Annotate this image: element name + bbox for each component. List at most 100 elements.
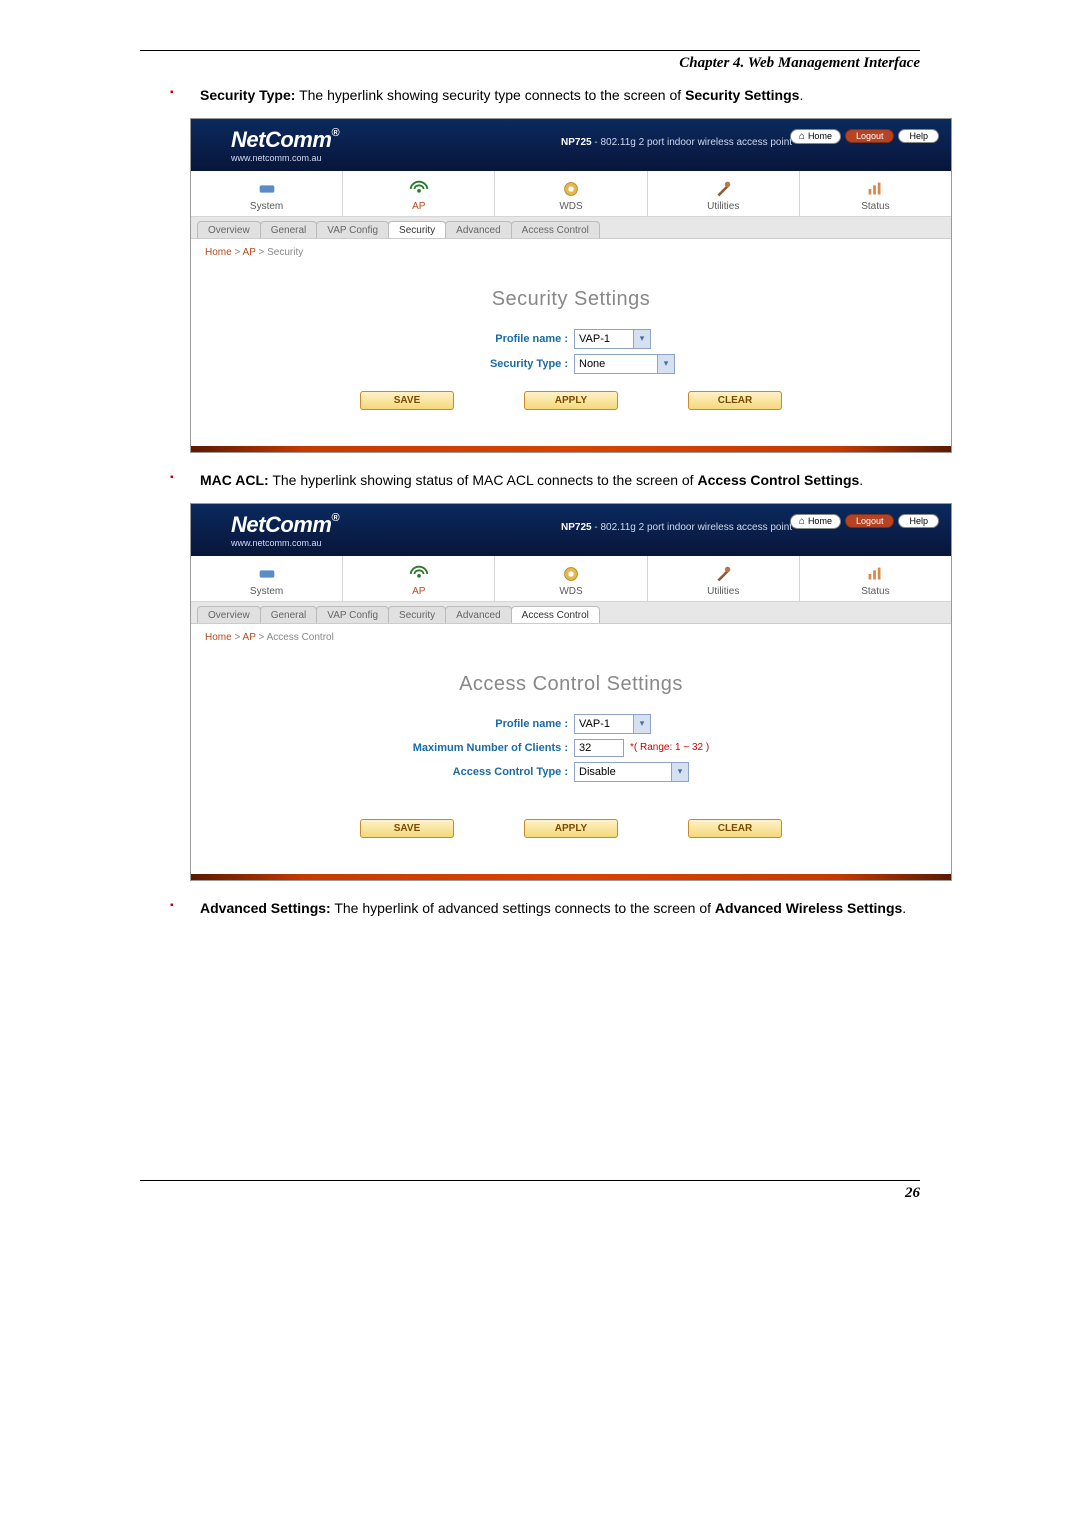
profile-name-row: Profile name : VAP-1 ▾ <box>211 329 931 349</box>
tab-advanced[interactable]: Advanced <box>445 606 511 623</box>
nav-label: AP <box>412 586 425 597</box>
profile-name-select[interactable]: VAP-1 ▾ <box>574 329 651 349</box>
clear-button[interactable]: CLEAR <box>688 819 782 838</box>
crumb-sep: > <box>232 247 243 258</box>
subtab-row: Overview General VAP Config Security Adv… <box>191 602 951 624</box>
tab-vap-config[interactable]: VAP Config <box>316 221 389 238</box>
panel-heading: Security Settings <box>211 288 931 311</box>
panel-header: NetComm® www.netcomm.com.au NP725 - 802.… <box>191 119 951 171</box>
nav-label: Status <box>861 586 889 597</box>
nav-utilities[interactable]: Utilities <box>648 556 800 601</box>
select-value: VAP-1 <box>575 718 633 730</box>
access-control-type-row: Access Control Type : Disable ▾ <box>211 762 931 782</box>
home-label: Home <box>808 516 832 526</box>
tab-general[interactable]: General <box>260 606 318 623</box>
nav-wds[interactable]: WDS <box>495 556 647 601</box>
security-settings-panel: NetComm® www.netcomm.com.au NP725 - 802.… <box>190 118 952 453</box>
brand-name: NetComm <box>231 127 331 152</box>
tab-security[interactable]: Security <box>388 221 446 238</box>
nav-label: Utilities <box>707 201 739 212</box>
nav-wds[interactable]: WDS <box>495 171 647 216</box>
bullet-text: The hyperlink showing status of MAC ACL … <box>269 472 698 488</box>
bullet-text: The hyperlink showing security type conn… <box>295 87 685 103</box>
nav-system[interactable]: System <box>191 171 343 216</box>
save-button[interactable]: SAVE <box>360 819 454 838</box>
logout-button[interactable]: Logout <box>845 514 895 528</box>
nav-ap[interactable]: AP <box>343 556 495 601</box>
access-control-type-label: Access Control Type : <box>338 766 574 778</box>
panel-footer-bar <box>191 446 951 452</box>
tab-access-control[interactable]: Access Control <box>511 606 600 623</box>
tab-overview[interactable]: Overview <box>197 221 261 238</box>
crumb-sep: > <box>256 632 267 643</box>
crumb-ap[interactable]: AP <box>243 632 256 643</box>
security-type-select[interactable]: None ▾ <box>574 354 675 374</box>
crumb-current: Access Control <box>267 632 334 643</box>
crumb-current: Security <box>267 247 303 258</box>
tab-general[interactable]: General <box>260 221 318 238</box>
page-footer: 26 <box>140 1180 920 1202</box>
page-number: 26 <box>905 1185 920 1201</box>
home-label: Home <box>808 131 832 141</box>
tab-vap-config[interactable]: VAP Config <box>316 606 389 623</box>
bullet-target: Access Control Settings <box>697 472 859 488</box>
nav-ap[interactable]: AP <box>343 171 495 216</box>
panel-content: Access Control Settings Profile name : V… <box>191 651 951 874</box>
chapter-rule <box>140 50 920 51</box>
select-value: None <box>575 358 657 370</box>
profile-name-select[interactable]: VAP-1 ▾ <box>574 714 651 734</box>
crumb-sep: > <box>232 632 243 643</box>
bullet-text: The hyperlink of advanced settings conne… <box>331 900 715 916</box>
home-button[interactable]: Home <box>790 129 841 144</box>
help-button[interactable]: Help <box>898 129 939 143</box>
security-type-label: Security Type : <box>338 358 574 370</box>
profile-name-row: Profile name : VAP-1 ▾ <box>211 714 931 734</box>
apply-button[interactable]: APPLY <box>524 819 618 838</box>
top-buttons: Home Logout Help <box>790 129 939 144</box>
nav-status[interactable]: Status <box>800 556 951 601</box>
clear-button[interactable]: CLEAR <box>688 391 782 410</box>
nav-label: System <box>250 586 283 597</box>
bullet-security: Security Type: The hyperlink showing sec… <box>150 84 920 108</box>
security-type-row: Security Type : None ▾ <box>211 354 931 374</box>
select-value: Disable <box>575 766 671 778</box>
crumb-home[interactable]: Home <box>205 247 232 258</box>
profile-name-label: Profile name : <box>338 718 574 730</box>
nav-system[interactable]: System <box>191 556 343 601</box>
brand-reg: ® <box>331 512 339 524</box>
logout-button[interactable]: Logout <box>845 129 895 143</box>
access-control-panel: NetComm® www.netcomm.com.au NP725 - 802.… <box>190 503 952 881</box>
bullet-label: MAC ACL: <box>200 472 269 488</box>
tab-access-control[interactable]: Access Control <box>511 221 600 238</box>
help-button[interactable]: Help <box>898 514 939 528</box>
panel-content: Security Settings Profile name : VAP-1 ▾… <box>191 266 951 446</box>
home-button[interactable]: Home <box>790 514 841 529</box>
brand-name: NetComm <box>231 512 331 537</box>
access-control-type-select[interactable]: Disable ▾ <box>574 762 689 782</box>
product-title: NP725 - 802.11g 2 port indoor wireless a… <box>561 137 792 148</box>
max-clients-hint: *( Range: 1 ~ 32 ) <box>630 742 709 753</box>
bullet-advanced: Advanced Settings: The hyperlink of adva… <box>150 897 920 921</box>
nav-label: AP <box>412 201 425 212</box>
nav-label: Utilities <box>707 586 739 597</box>
bullet-tail: . <box>799 87 803 103</box>
nav-label: WDS <box>559 586 582 597</box>
save-button[interactable]: SAVE <box>360 391 454 410</box>
tab-overview[interactable]: Overview <box>197 606 261 623</box>
tab-advanced[interactable]: Advanced <box>445 221 511 238</box>
apply-button[interactable]: APPLY <box>524 391 618 410</box>
nav-status[interactable]: Status <box>800 171 951 216</box>
nav-utilities[interactable]: Utilities <box>648 171 800 216</box>
tab-security[interactable]: Security <box>388 606 446 623</box>
product-desc: - 802.11g 2 port indoor wireless access … <box>592 522 792 533</box>
crumb-home[interactable]: Home <box>205 632 232 643</box>
max-clients-input[interactable] <box>574 739 624 757</box>
status-icon <box>800 177 951 201</box>
chevron-down-icon: ▾ <box>633 715 650 733</box>
product-desc: - 802.11g 2 port indoor wireless access … <box>592 137 792 148</box>
bullet-label: Security Type: <box>200 87 295 103</box>
nav-label: System <box>250 201 283 212</box>
crumb-ap[interactable]: AP <box>243 247 256 258</box>
wds-icon <box>495 177 646 201</box>
product-model: NP725 <box>561 137 592 148</box>
